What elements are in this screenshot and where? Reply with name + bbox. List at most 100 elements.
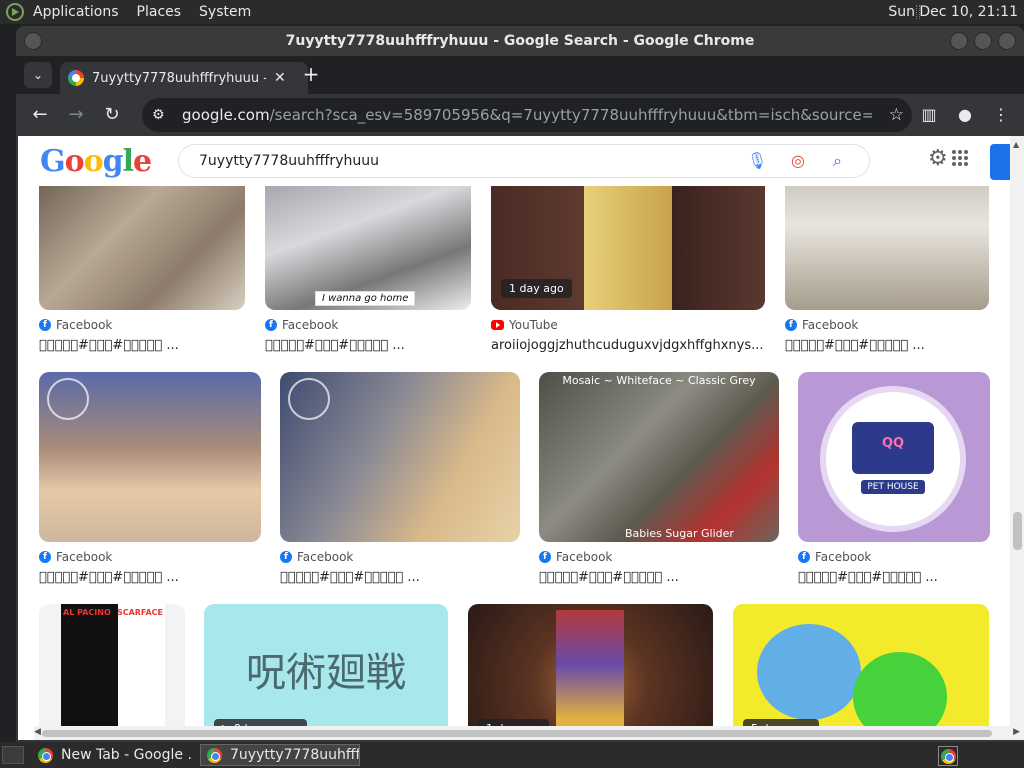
result-thumbnail[interactable]: I wanna go home [265,170,471,310]
result-thumbnail[interactable] [280,372,520,542]
result-caption[interactable]: aroiiojoggjzhuthcuduguxvjdgxhffghxnys... [491,338,765,353]
chrome-icon [207,747,222,763]
reload-button[interactable]: ↻ [98,101,126,129]
result-thumbnail[interactable]: 1 day ago [491,170,765,310]
top-panel: Applications Places System Sun Dec 10, 2… [0,0,1024,24]
taskbar-item-new-tab[interactable]: New Tab - Google ... [32,744,192,766]
back-button[interactable]: ← [26,101,54,129]
result-card[interactable]: AL PACINO SCARFACE [39,604,185,740]
scroll-left-icon[interactable]: ◀ [34,727,41,737]
url-text[interactable]: google.com/search?sca_esv=589705956&q=7u… [182,106,872,124]
facebook-icon: f [539,551,551,563]
thumbnail-glyphs: 呪術廻戦 [246,650,406,696]
close-window-icon[interactable] [998,32,1016,50]
horizontal-scrollbar[interactable]: ◀ ▶ [34,726,1024,740]
poster-actor: AL PACINO [63,608,111,617]
result-caption[interactable]:      #   #      ... [265,338,471,353]
result-card[interactable]: 1 day ago YouTube aroiiojoggjzhuthcudugu… [491,170,765,353]
apps-grid-icon[interactable] [952,150,968,166]
result-source[interactable]: Facebook [802,318,858,332]
vertical-scroll-thumb[interactable] [1013,512,1022,550]
result-card[interactable]: 1 day ago [468,604,713,740]
distro-logo-icon[interactable] [6,3,24,21]
google-logo[interactable]: Google [40,144,152,179]
image-results: f Facebook      #   #      ... I wanna go… [18,136,1008,740]
side-panel-icon[interactable]: ▥ [916,102,942,128]
slot-machine [556,610,624,740]
search-icon[interactable]: ⌕ [833,145,842,177]
result-source[interactable]: Facebook [815,550,871,564]
result-time-badge: 1 day ago [501,279,572,298]
result-source[interactable]: Facebook [56,550,112,564]
result-thumbnail[interactable]: 5 days ago [733,604,989,740]
result-card[interactable]: Mosaic ~ Whiteface ~ Classic Grey Babies… [539,372,779,585]
result-caption[interactable]:      #   #      ... [785,338,989,353]
result-thumbnail[interactable] [39,372,261,542]
result-caption[interactable]:      #   #      ... [39,570,261,585]
result-thumbnail[interactable]: 1 day ago [468,604,713,740]
forward-button[interactable]: → [62,101,90,129]
result-card[interactable]: f Facebook      #   #      ... [280,372,520,585]
result-thumbnail[interactable] [785,170,989,310]
maximize-icon[interactable] [974,32,992,50]
system-menu[interactable]: System [190,4,260,20]
places-menu[interactable]: Places [128,4,191,20]
tab-close-icon[interactable]: ✕ [274,70,286,86]
applications-menu[interactable]: Applications [24,4,128,20]
tab-search-button[interactable]: ⌄ [24,62,52,88]
scroll-up-icon[interactable]: ▲ [1013,140,1019,149]
result-source[interactable]: Facebook [556,550,612,564]
result-source[interactable]: Facebook [297,550,353,564]
result-thumbnail[interactable]: 呪術廻戦 ▶ 9 hours ago [204,604,448,740]
result-card[interactable]: f Facebook      #   #      ... [39,372,261,585]
address-bar[interactable]: ⚙ google.com/search?sca_esv=589705956&q=… [142,98,912,132]
result-source[interactable]: Facebook [282,318,338,332]
scroll-right-icon[interactable]: ▶ [1013,727,1020,737]
tab-title: 7uyytty7778uuhfffryhuuu - Go [92,70,266,86]
result-card[interactable]: I wanna go home f Facebook      #   #    … [265,170,471,353]
site-info-icon[interactable]: ⚙ [152,107,172,123]
facebook-icon: f [39,319,51,331]
result-card[interactable]: f Facebook      #   #      ... [39,170,245,353]
result-card[interactable]: 呪術廻戦 ▶ 9 hours ago [204,604,448,740]
profile-icon[interactable]: ● [952,102,978,128]
lens-icon[interactable]: ◎ [791,145,805,177]
result-source[interactable]: YouTube [509,318,558,332]
voice-search-icon[interactable]: 🎙 [747,145,767,177]
blue-smiley [757,624,861,720]
search-query[interactable]: 7uyytty7778uuhfffryhuuu [199,153,379,169]
horizontal-scroll-thumb[interactable] [42,730,992,737]
vertical-scrollbar[interactable]: ▲ [1010,136,1024,740]
poster-title: SCARFACE [116,608,163,617]
facebook-icon: f [39,551,51,563]
taskbar: New Tab - Google ... 7uyytty7778uuhfffry… [0,742,1024,768]
result-caption[interactable]:      #   #      ... [39,338,245,353]
taskbar-item-google-search[interactable]: 7uyytty7778uuhfffry... [200,744,360,766]
tab-google-search[interactable]: 7uyytty7778uuhfffryhuuu - Go ✕ [60,62,308,94]
pet-house-logo: QQ PET HOUSE [820,386,966,532]
window-titlebar[interactable]: 7uyytty7778uuhfffryhuuu - Google Search … [16,26,1024,56]
result-caption[interactable]:      #   #      ... [280,570,520,585]
search-input[interactable]: 7uyytty7778uuhfffryhuuu 🎙 ◎ ⌕ [178,144,870,178]
show-desktop-button[interactable] [2,746,24,764]
new-tab-button[interactable]: + [298,62,324,88]
clock[interactable]: Sun Dec 10, 21:11 [888,0,1018,24]
result-source[interactable]: Facebook [56,318,112,332]
result-caption[interactable]:      #   #      ... [539,570,779,585]
minimize-icon[interactable] [950,32,968,50]
settings-gear-icon[interactable]: ⚙ [928,146,948,171]
result-card[interactable]: QQ PET HOUSE f Facebook      #   #      .… [798,372,990,585]
window-menu-icon[interactable] [24,32,42,50]
result-thumbnail[interactable]: QQ PET HOUSE [798,372,990,542]
result-thumbnail[interactable]: AL PACINO SCARFACE [39,604,185,740]
facebook-icon: f [280,551,292,563]
bookmark-star-icon[interactable]: ☆ [889,105,904,125]
result-thumbnail[interactable] [39,170,245,310]
result-card[interactable]: 5 days ago [733,604,989,740]
chrome-menu-icon[interactable]: ⋮ [988,102,1014,128]
result-caption[interactable]:      #   #      ... [798,570,990,585]
result-thumbnail[interactable]: Mosaic ~ Whiteface ~ Classic Grey Babies… [539,372,779,542]
sign-in-button[interactable] [990,144,1010,180]
result-card[interactable]: f Facebook      #   #      ... [785,170,989,353]
tray-chrome-icon[interactable] [938,746,958,766]
